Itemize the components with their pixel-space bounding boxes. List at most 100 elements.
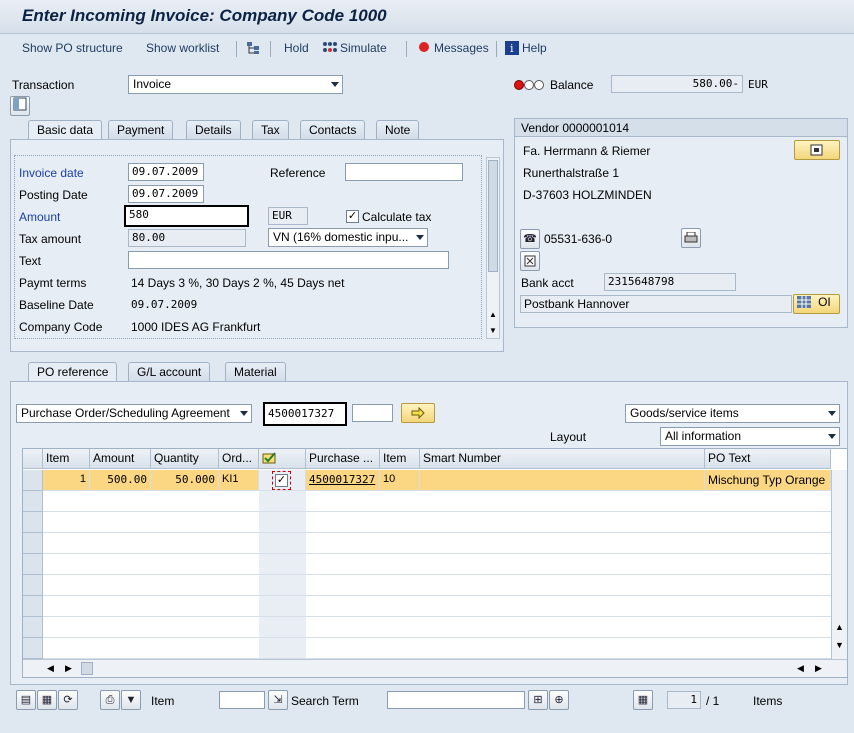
- open-items-button[interactable]: OI: [793, 294, 840, 314]
- tab-basic-data[interactable]: Basic data: [28, 120, 103, 139]
- scroll-down-icon[interactable]: ▼: [835, 640, 844, 650]
- table-vertical-scrollbar[interactable]: ▲ ▼: [831, 470, 847, 659]
- cell-smart-number: [420, 470, 705, 491]
- scroll-up-icon[interactable]: ▲: [835, 622, 844, 632]
- refresh-button[interactable]: ⟳: [58, 690, 78, 710]
- simulate-button[interactable]: Simulate: [340, 41, 387, 55]
- binoculars-icon: ⊞: [533, 694, 543, 706]
- screen-toggle-button[interactable]: [10, 96, 30, 116]
- column-header-selected[interactable]: [259, 449, 306, 469]
- bank-name-field: Postbank Hannover: [520, 295, 792, 313]
- item-search-field[interactable]: [219, 691, 265, 709]
- tab-contacts[interactable]: Contacts: [300, 120, 366, 139]
- scroll-up-icon[interactable]: ▲: [489, 310, 497, 319]
- scrollbar-thumb[interactable]: [81, 662, 93, 675]
- messages-button[interactable]: Messages: [434, 41, 489, 55]
- table-horizontal-scrollbar[interactable]: ◀ ▶ ◀ ▶: [23, 659, 847, 677]
- column-header-purchase-order[interactable]: Purchase ...: [306, 449, 380, 469]
- text-label: Text: [19, 254, 42, 268]
- tab-note[interactable]: Note: [376, 120, 420, 139]
- open-items-label: OI: [818, 295, 831, 309]
- scroll-right-icon[interactable]: ▶: [65, 663, 72, 674]
- item-ok-checkbox[interactable]: ✓: [272, 471, 291, 490]
- tab-po-reference[interactable]: PO reference: [28, 362, 118, 381]
- company-code-label: Company Code: [19, 320, 103, 334]
- tree-icon[interactable]: [246, 41, 260, 58]
- posting-date-field[interactable]: 09.07.2009: [128, 185, 204, 203]
- tab-gl-account[interactable]: G/L account: [128, 362, 211, 381]
- baseline-date-label: Baseline Date: [19, 298, 94, 312]
- cell-amount[interactable]: 500.00: [90, 470, 151, 491]
- column-header-amount[interactable]: Amount: [90, 449, 151, 469]
- basic-data-scrollbar[interactable]: ▲ ▼: [486, 157, 500, 339]
- row-selector[interactable]: [23, 470, 43, 491]
- print-button[interactable]: [681, 228, 701, 248]
- baseline-date-value: 09.07.2009: [131, 298, 198, 311]
- help-button[interactable]: Help: [522, 41, 547, 55]
- scroll-left-icon[interactable]: ◀: [797, 663, 804, 674]
- tab-material[interactable]: Material: [225, 362, 286, 381]
- show-po-structure-button[interactable]: Show PO structure: [22, 41, 123, 55]
- po-number-field[interactable]: 4500017327: [263, 402, 347, 426]
- execute-button[interactable]: [401, 403, 435, 423]
- text-field[interactable]: [128, 251, 449, 269]
- cell-purchase-order-link[interactable]: 4500017327: [306, 470, 380, 491]
- tab-details[interactable]: Details: [186, 120, 241, 139]
- help-icon: i: [505, 41, 519, 58]
- item-search-label: Item: [151, 694, 175, 708]
- invoice-date-field[interactable]: 09.07.2009: [128, 163, 204, 181]
- svg-text:i: i: [510, 42, 514, 55]
- edit-list-button[interactable]: ▦: [37, 690, 57, 710]
- scroll-down-icon[interactable]: ▼: [489, 326, 497, 335]
- column-header-order-unit[interactable]: Ord...: [219, 449, 259, 469]
- column-header-item[interactable]: Item: [43, 449, 90, 469]
- phone-button[interactable]: ☎: [520, 229, 540, 249]
- vendor-city: D-37603 HOLZMINDEN: [523, 188, 652, 202]
- amount-field[interactable]: 580: [124, 205, 249, 227]
- layout-dropdown[interactable]: All information: [660, 427, 840, 446]
- scroll-left-icon[interactable]: ◀: [47, 663, 54, 674]
- refresh-icon: ⟳: [63, 694, 73, 706]
- column-header-po-text[interactable]: PO Text: [705, 449, 831, 469]
- filter-button[interactable]: ▼: [121, 690, 141, 710]
- doc-type-dropdown[interactable]: Purchase Order/Scheduling Agreement: [16, 404, 252, 423]
- hold-button[interactable]: Hold: [284, 41, 309, 55]
- cell-order-unit: KI1: [219, 470, 259, 491]
- balance-field: 580.00-: [611, 75, 743, 93]
- title-bar: Enter Incoming Invoice: Company Code 100…: [0, 0, 854, 34]
- items-table: Item Amount Quantity Ord... Purchase ...…: [22, 448, 848, 678]
- cell-quantity[interactable]: 50.000: [151, 470, 219, 491]
- print-list-button[interactable]: ⎙: [100, 690, 120, 710]
- find-next-button[interactable]: ⊕: [549, 690, 569, 710]
- po-item-field[interactable]: [352, 404, 393, 422]
- column-header-quantity[interactable]: Quantity: [151, 449, 219, 469]
- scrollbar-thumb[interactable]: [488, 160, 498, 272]
- select-all-header[interactable]: [23, 449, 43, 469]
- column-header-po-item[interactable]: Item: [380, 449, 420, 469]
- vendor-street: Runerthalstraße 1: [523, 166, 620, 180]
- reference-field[interactable]: [345, 163, 463, 181]
- item-search-button[interactable]: ⇲: [268, 690, 288, 710]
- vendor-detail-icon: [810, 144, 824, 160]
- transaction-dropdown[interactable]: Invoice: [128, 75, 343, 94]
- column-header-smart-number[interactable]: Smart Number: [420, 449, 705, 469]
- toolbar-separator: [496, 41, 497, 57]
- tax-amount-field: 80.00: [128, 229, 246, 247]
- tax-code-dropdown[interactable]: VN (16% domestic inpu...: [268, 228, 428, 247]
- show-worklist-button[interactable]: Show worklist: [146, 41, 219, 55]
- vendor-detail-button[interactable]: [794, 140, 840, 160]
- bank-acct-field: 2315648798: [604, 273, 736, 291]
- find-button[interactable]: ⊞: [528, 690, 548, 710]
- scroll-right-icon[interactable]: ▶: [815, 663, 822, 674]
- items-dropdown[interactable]: Goods/service items: [625, 404, 840, 423]
- reference-label: Reference: [270, 166, 326, 180]
- tab-payment[interactable]: Payment: [108, 120, 174, 139]
- tab-tax[interactable]: Tax: [252, 120, 289, 139]
- calculate-tax-checkbox[interactable]: ✓: [346, 210, 359, 223]
- fax-button[interactable]: [520, 251, 540, 271]
- chevron-down-icon: [416, 235, 424, 240]
- search-term-field[interactable]: [387, 691, 525, 709]
- details-button[interactable]: ▤: [16, 690, 36, 710]
- transaction-label: Transaction: [12, 78, 75, 92]
- calculator-button[interactable]: ▦: [633, 690, 653, 710]
